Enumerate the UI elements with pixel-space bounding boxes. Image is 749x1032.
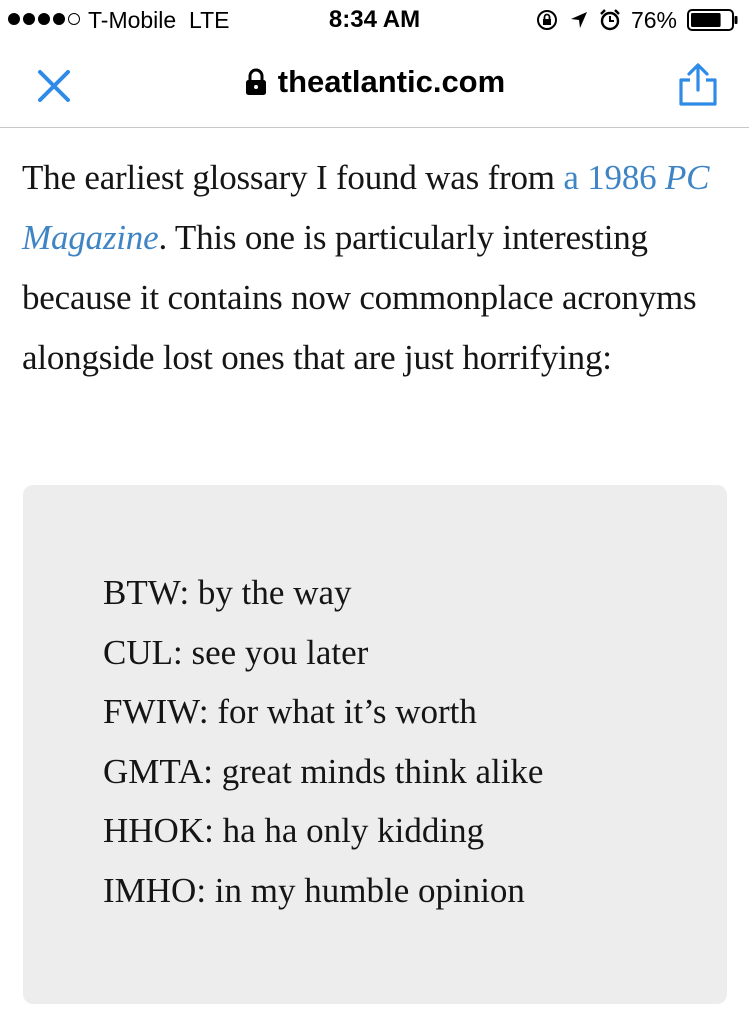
glossary-item: HHOK: ha ha only kidding [103,811,485,850]
browser-nav-bar: theatlantic.com [0,40,749,128]
glossary-item: FWIW: for what it’s worth [103,692,477,731]
page-url: theatlantic.com [277,64,506,99]
article-paragraph: The earliest glossary I found was from a… [22,148,722,388]
battery-percentage: 76% [630,6,677,33]
address-bar[interactable]: theatlantic.com [0,64,749,100]
glossary-item: BTW: by the way [103,573,352,612]
share-icon [679,63,717,106]
glossary-item: CUL: see you later [103,632,369,672]
glossary-blockquote: BTW: by the way CUL: see you later FWIW:… [23,485,727,1004]
glossary-list: BTW: by the way CUL: see you later FWIW:… [103,563,543,920]
glossary-item: GMTA: great minds think alike [103,751,544,791]
location-arrow-icon [569,10,589,30]
lock-icon [245,68,266,95]
orientation-lock-icon [535,8,559,32]
status-bar: T-Mobile LTE 8:34 AM 76% [0,0,749,40]
share-button[interactable] [675,62,721,108]
alarm-icon [599,8,621,32]
battery-icon [687,8,739,32]
status-icons: 76% [535,6,739,34]
glossary-item: IMHO: in my humble opinion [103,870,525,910]
link-text: a 1986 [563,158,665,197]
article-text-intro: The earliest glossary I found was from [22,158,564,197]
